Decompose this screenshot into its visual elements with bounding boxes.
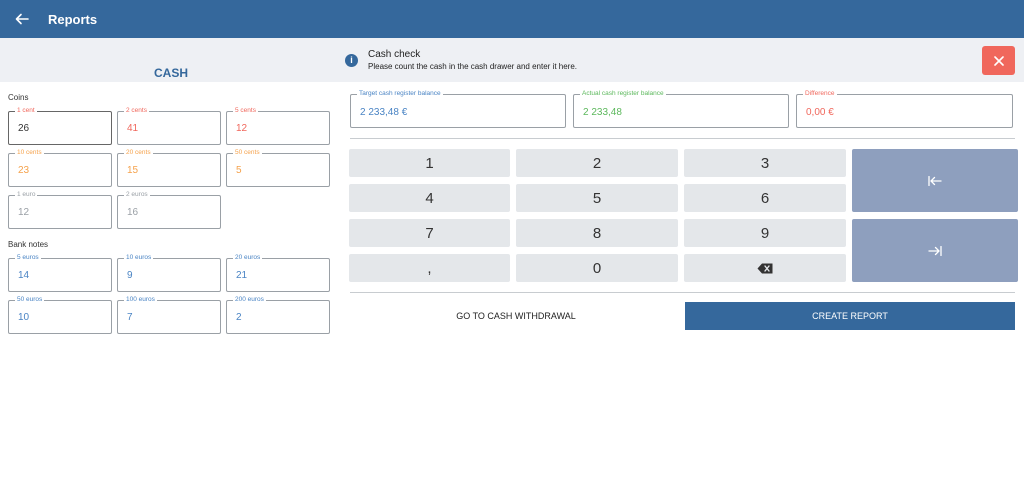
field-value: 9	[127, 270, 133, 281]
field-value: 16	[127, 207, 139, 218]
field-label: 10 cents	[15, 149, 44, 157]
key-9[interactable]: 9	[684, 219, 846, 247]
app-bar: Reports	[0, 0, 1024, 38]
key-2[interactable]: 2	[516, 149, 678, 177]
field-value: 2 233,48	[583, 107, 622, 118]
field-value: 12	[18, 207, 30, 218]
field-value: 5	[236, 165, 242, 176]
field-value: 2	[236, 312, 242, 323]
field-label: Actual cash register balance	[580, 90, 666, 98]
close-button[interactable]	[982, 46, 1015, 75]
field-label: Target cash register balance	[357, 90, 443, 98]
field-value: 2 233,48 €	[360, 107, 408, 118]
field-value: 10	[18, 312, 30, 323]
field-label: 100 euros	[124, 296, 157, 304]
info-icon: i	[345, 54, 358, 67]
field-label: 10 euros	[124, 254, 154, 262]
coin-field-10-cents[interactable]: 10 cents 23	[8, 149, 112, 187]
key-1[interactable]: 1	[349, 149, 510, 177]
coin-field-5-cents[interactable]: 5 cents 12	[226, 107, 330, 145]
field-value: 15	[127, 165, 139, 176]
arrow-to-left-icon	[928, 175, 942, 186]
key-5[interactable]: 5	[516, 184, 678, 212]
key-7[interactable]: 7	[349, 219, 510, 247]
field-label: 200 euros	[233, 296, 266, 304]
note-field-50-euros[interactable]: 50 euros 10	[8, 296, 112, 334]
back-button[interactable]	[2, 0, 42, 38]
note-field-100-euros[interactable]: 100 euros 7	[117, 296, 221, 334]
note-field-200-euros[interactable]: 200 euros 2	[226, 296, 330, 334]
field-label: 1 euro	[15, 191, 38, 199]
field-label: 2 cents	[124, 107, 149, 115]
field-value: 12	[236, 123, 248, 134]
field-value: 23	[18, 165, 30, 176]
field-label: 1 cent	[15, 107, 37, 115]
coin-field-20-cents[interactable]: 20 cents 15	[117, 149, 221, 187]
coin-field-2-cents[interactable]: 2 cents 41	[117, 107, 221, 145]
field-label: 5 euros	[15, 254, 41, 262]
difference-field: Difference 0,00 €	[796, 90, 1013, 128]
backspace-icon	[757, 263, 773, 273]
info-title: Cash check	[368, 49, 421, 60]
key-4[interactable]: 4	[349, 184, 510, 212]
bank-notes-label: Bank notes	[8, 240, 49, 249]
field-value: 7	[127, 312, 133, 323]
arrow-to-right-icon	[928, 245, 942, 256]
field-label: 20 cents	[124, 149, 153, 157]
info-text: Please count the cash in the cash drawer…	[368, 62, 578, 71]
field-label: 50 cents	[233, 149, 262, 157]
field-value: 21	[236, 270, 248, 281]
target-balance-field: Target cash register balance 2 233,48 €	[350, 90, 566, 128]
divider	[350, 292, 1015, 293]
coin-field-1-cent[interactable]: 1 cent 26	[8, 107, 112, 145]
arrow-left-icon	[15, 13, 29, 25]
field-value: 26	[18, 123, 30, 134]
field-value: 0,00 €	[806, 107, 834, 118]
next-field-key[interactable]	[852, 219, 1018, 282]
cash-heading: CASH	[153, 66, 188, 80]
field-label: Difference	[803, 90, 837, 98]
field-label: 2 euros	[124, 191, 150, 199]
key-8[interactable]: 8	[516, 219, 678, 247]
key-comma[interactable]: ,	[349, 254, 510, 282]
previous-field-key[interactable]	[852, 149, 1018, 212]
coin-field-2-euros[interactable]: 2 euros 16	[117, 191, 221, 229]
divider	[350, 138, 1015, 139]
cash-withdrawal-button[interactable]: GO TO CASH WITHDRAWAL	[350, 302, 682, 330]
key-0[interactable]: 0	[516, 254, 678, 282]
create-report-button[interactable]: CREATE REPORT	[685, 302, 1015, 330]
actual-balance-field: Actual cash register balance 2 233,48	[573, 90, 789, 128]
key-6[interactable]: 6	[684, 184, 846, 212]
field-value: 41	[127, 123, 139, 134]
field-label: 5 cents	[233, 107, 258, 115]
close-icon	[993, 55, 1004, 66]
coins-label: Coins	[8, 93, 29, 102]
note-field-20-euros[interactable]: 20 euros 21	[226, 254, 330, 292]
field-value: 14	[18, 270, 30, 281]
note-field-5-euros[interactable]: 5 euros 14	[8, 254, 112, 292]
coin-field-1-euro[interactable]: 1 euro 12	[8, 191, 112, 229]
field-label: 20 euros	[233, 254, 263, 262]
page-title: Reports	[48, 11, 98, 27]
backspace-key[interactable]	[684, 254, 846, 282]
key-3[interactable]: 3	[684, 149, 846, 177]
field-label: 50 euros	[15, 296, 45, 304]
note-field-10-euros[interactable]: 10 euros 9	[117, 254, 221, 292]
coin-field-50-cents[interactable]: 50 cents 5	[226, 149, 330, 187]
